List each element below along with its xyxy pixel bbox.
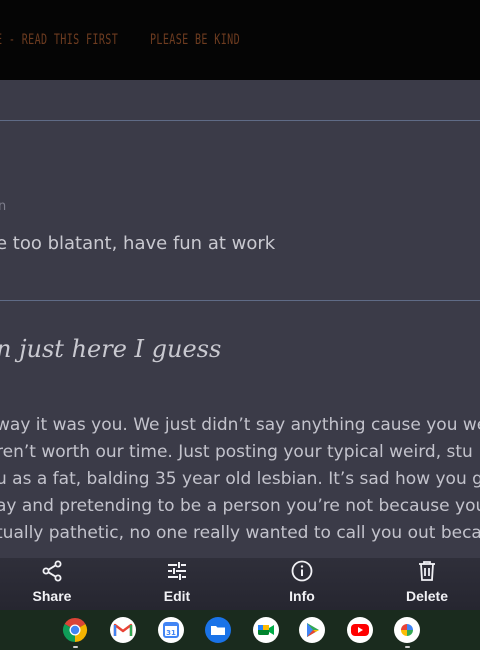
info-button[interactable]: Info — [257, 558, 347, 610]
calendar-day: 31 — [166, 629, 176, 637]
shelf-app-gmail[interactable] — [109, 616, 137, 644]
divider — [0, 120, 480, 121]
shelf-app-youtube[interactable] — [346, 616, 374, 644]
post-body: way it was you. We just didn’t say anyth… — [0, 412, 480, 547]
edit-button[interactable]: Edit — [132, 558, 222, 610]
post-body-line: tually pathetic, no one really wanted to… — [0, 523, 480, 543]
running-indicator — [73, 646, 78, 648]
post-body-line: u as a fat, balding 35 year old lesbian.… — [0, 469, 480, 489]
shelf-app-meet[interactable] — [252, 616, 280, 644]
photos-icon — [394, 617, 420, 643]
info-label: Info — [289, 588, 315, 604]
trash-icon — [419, 561, 435, 581]
nav-link-please-be-kind[interactable]: PLEASE BE KIND — [150, 32, 240, 48]
photo-action-toolbar: Share Edit Info Delete — [0, 558, 480, 610]
info-icon — [291, 560, 313, 582]
edit-label: Edit — [163, 588, 191, 604]
share-button[interactable]: Share — [7, 558, 97, 610]
shelf-app-files[interactable] — [204, 616, 232, 644]
files-icon — [205, 617, 231, 643]
shelf-app-play-store[interactable] — [298, 616, 326, 644]
meet-icon — [253, 617, 279, 643]
share-label: Share — [32, 588, 72, 604]
post-body-line: way it was you. We just didn’t say anyth… — [0, 415, 480, 435]
shelf-app-photos[interactable] — [393, 616, 421, 648]
post-content: n e too blatant, have fun at work n just… — [0, 80, 480, 558]
nav-link-read-this-first[interactable]: E - READ THIS FIRST — [0, 32, 118, 48]
share-icon — [42, 560, 62, 582]
calendar-icon: 31 — [158, 617, 184, 643]
post-body-line: ay and pretending to be a person you’re … — [0, 496, 480, 516]
delete-label: Delete — [405, 588, 449, 604]
shelf-app-calendar[interactable]: 31 — [157, 616, 185, 644]
divider — [0, 300, 480, 301]
app-shelf: 31 — [0, 610, 480, 650]
gmail-icon — [110, 617, 136, 643]
running-indicator — [405, 646, 410, 648]
youtube-icon — [347, 617, 373, 643]
comment-text: e too blatant, have fun at work — [0, 233, 276, 254]
tune-icon — [168, 562, 186, 580]
play-store-icon — [299, 617, 325, 643]
page-header: E - READ THIS FIRST PLEASE BE KIND — [0, 0, 480, 80]
shelf-app-chrome[interactable] — [61, 616, 89, 648]
delete-button[interactable]: Delete — [382, 558, 472, 610]
chrome-icon — [62, 617, 88, 642]
comment-meta: n — [0, 199, 7, 214]
post-body-line: ren’t worth our time. Just posting your … — [0, 442, 473, 462]
post-title: n just here I guess — [0, 335, 222, 363]
